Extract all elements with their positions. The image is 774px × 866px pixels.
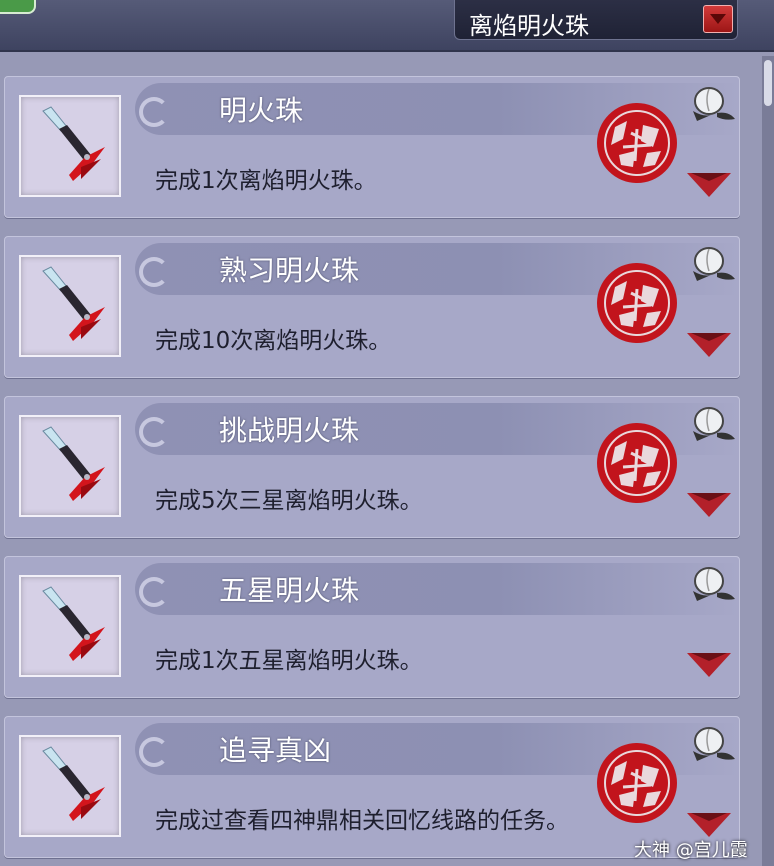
list-scrollbar[interactable] [762,56,774,866]
top-bar: 离焰明火珠 [0,0,774,52]
completed-stamp-icon [597,263,677,343]
dagger-icon [42,586,105,661]
achievement-icon [19,735,121,837]
dagger-icon [42,266,105,341]
scrollbar-thumb[interactable] [764,60,772,106]
achievement-description: 完成5次三星离焰明火珠。 [155,488,423,514]
chevron-down-icon[interactable] [687,493,731,519]
peach-icon[interactable] [689,561,737,605]
corner-badge [0,0,36,14]
achievement-card[interactable]: 明火珠 完成1次离焰明火珠。 [4,76,740,218]
achievement-title: 明火珠 [219,94,304,127]
achievement-card[interactable]: 挑战明火珠 完成5次三星离焰明火珠。 [4,396,740,538]
peach-icon[interactable] [689,401,737,445]
peach-icon[interactable] [689,241,737,285]
achievement-icon [19,575,121,677]
watermark: 大神 @宫儿霞 [634,840,748,861]
achievement-description: 完成1次离焰明火珠。 [155,168,377,194]
dagger-icon [42,106,105,181]
category-dropdown-value: 离焰明火珠 [469,12,589,40]
achievement-description: 完成1次五星离焰明火珠。 [155,648,423,674]
achievement-title: 追寻真凶 [219,734,332,767]
swirl-ornament [139,737,169,767]
achievement-title: 挑战明火珠 [219,414,360,447]
category-dropdown[interactable]: 离焰明火珠 [454,0,738,40]
chevron-down-icon[interactable] [687,653,731,679]
achievement-card[interactable]: 五星明火珠 完成1次五星离焰明火珠。 [4,556,740,698]
peach-icon[interactable] [689,721,737,765]
dagger-icon [42,426,105,501]
achievement-icon [19,415,121,517]
swirl-ornament [139,417,169,447]
achievement-card[interactable]: 熟习明火珠 完成10次离焰明火珠。 [4,236,740,378]
swirl-ornament [139,577,169,607]
dropdown-toggle-button[interactable] [703,5,733,33]
achievement-title: 熟习明火珠 [219,254,360,287]
completed-stamp-icon [597,423,677,503]
swirl-ornament [139,257,169,287]
achievement-icon [19,95,121,197]
achievement-description: 完成10次离焰明火珠。 [155,328,392,354]
chevron-down-icon[interactable] [687,333,731,359]
completed-stamp-icon [597,103,677,183]
chevron-down-icon[interactable] [687,173,731,199]
achievement-description: 完成过查看四神鼎相关回忆线路的任务。 [155,808,569,834]
completed-stamp-icon [597,743,677,823]
achievement-icon [19,255,121,357]
achievement-card[interactable]: 追寻真凶 完成过查看四神鼎相关回忆线路的任务。 [4,716,740,858]
peach-icon[interactable] [689,81,737,125]
dagger-icon [42,746,105,821]
achievement-title: 五星明火珠 [219,574,360,607]
swirl-ornament [139,97,169,127]
